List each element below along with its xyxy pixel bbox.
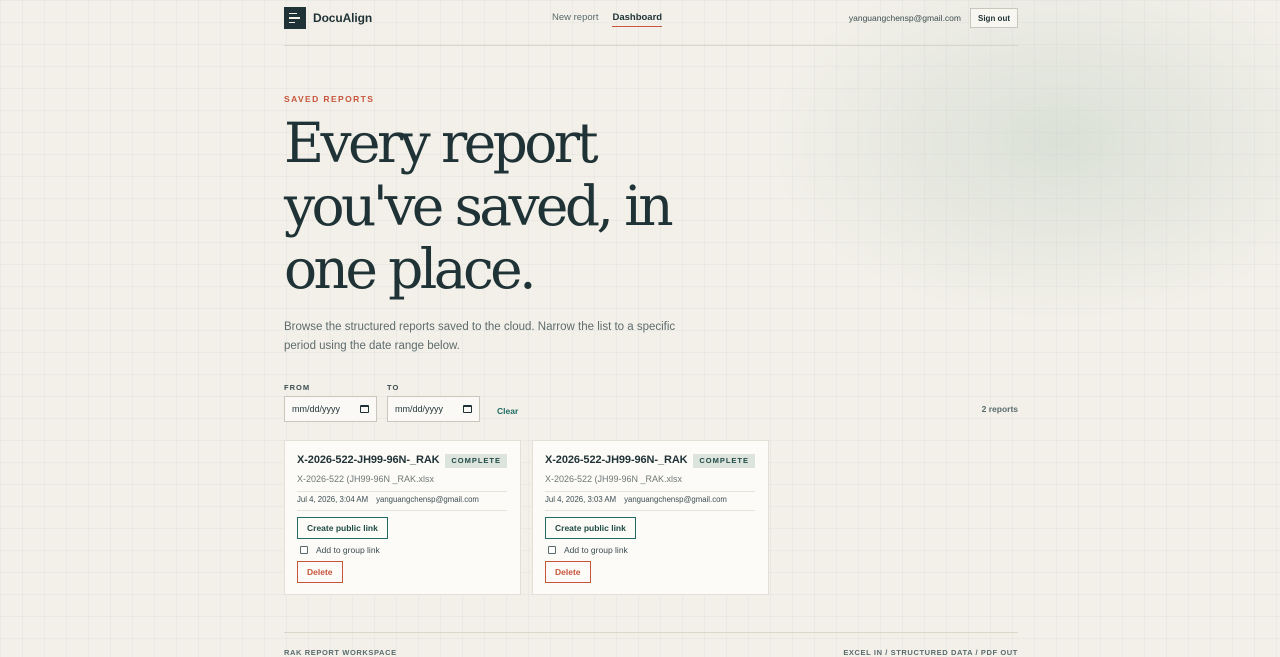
to-filter: TO mm/dd/yyyy bbox=[387, 383, 480, 422]
from-label: FROM bbox=[284, 383, 311, 392]
status-badge: COMPLETE bbox=[445, 454, 507, 468]
delete-button[interactable]: Delete bbox=[297, 561, 343, 583]
delete-button[interactable]: Delete bbox=[545, 561, 591, 583]
add-to-group-row[interactable]: Add to group link bbox=[300, 545, 380, 555]
divider bbox=[545, 491, 755, 492]
user-area: yanguangchensp@gmail.com Sign out bbox=[849, 8, 1018, 28]
title-line: you've saved, in bbox=[284, 174, 674, 238]
to-date-placeholder: mm/dd/yyyy bbox=[395, 404, 444, 414]
create-public-link-button[interactable]: Create public link bbox=[545, 517, 636, 539]
report-date: Jul 4, 2026, 3:04 AM bbox=[297, 495, 369, 504]
logo[interactable]: DocuAlign bbox=[284, 7, 372, 29]
add-to-group-label[interactable]: Add to group link bbox=[564, 545, 628, 555]
report-meta: Jul 4, 2026, 3:03 AM yanguangchensp@gmail… bbox=[545, 495, 727, 504]
report-count: 2 reports bbox=[981, 404, 1018, 414]
report-owner: yanguangchensp@gmail.com bbox=[624, 495, 727, 504]
title-line: Every report bbox=[284, 111, 599, 175]
title-line: one place. bbox=[284, 237, 537, 301]
nav-new-report[interactable]: New report bbox=[552, 12, 598, 27]
to-label: TO bbox=[387, 383, 400, 392]
page-subtitle: Browse the structured reports saved to t… bbox=[284, 321, 676, 352]
logo-icon bbox=[284, 7, 306, 29]
divider bbox=[297, 491, 507, 492]
sign-out-button[interactable]: Sign out bbox=[970, 8, 1018, 28]
from-date-placeholder: mm/dd/yyyy bbox=[292, 404, 341, 414]
app-name: DocuAlign bbox=[313, 11, 373, 25]
report-title: X-2026-522-JH99-96N-_RAK bbox=[297, 454, 440, 466]
clear-button[interactable]: Clear bbox=[497, 406, 518, 416]
divider bbox=[297, 510, 507, 511]
report-title: X-2026-522-JH99-96N-_RAK bbox=[545, 454, 688, 466]
from-filter: FROM mm/dd/yyyy bbox=[284, 383, 377, 422]
page-title: Every report you've saved, in one place. bbox=[284, 112, 764, 301]
add-to-group-row[interactable]: Add to group link bbox=[548, 545, 628, 555]
calendar-icon[interactable] bbox=[360, 405, 369, 413]
user-email: yanguangchensp@gmail.com bbox=[848, 13, 961, 23]
report-card: X-2026-522-JH99-96N-_RAK COMPLETE X-2026… bbox=[284, 440, 521, 595]
top-bar: DocuAlign New report Dashboard yanguangc… bbox=[284, 0, 1018, 46]
section-eyebrow: SAVED REPORTS bbox=[284, 94, 375, 104]
main-nav: New report Dashboard bbox=[552, 12, 663, 27]
add-to-group-label[interactable]: Add to group link bbox=[316, 545, 380, 555]
create-public-link-button[interactable]: Create public link bbox=[297, 517, 388, 539]
divider bbox=[545, 510, 755, 511]
report-date: Jul 4, 2026, 3:03 AM bbox=[545, 495, 617, 504]
page: DocuAlign New report Dashboard yanguangc… bbox=[284, 0, 1018, 657]
footer-workspace-label: RAK REPORT WORKSPACE bbox=[284, 648, 397, 657]
nav-dashboard[interactable]: Dashboard bbox=[612, 12, 663, 27]
report-card: X-2026-522-JH99-96N-_RAK COMPLETE X-2026… bbox=[532, 440, 769, 595]
add-to-group-checkbox[interactable] bbox=[300, 546, 308, 554]
calendar-icon[interactable] bbox=[463, 405, 472, 413]
footer-divider bbox=[284, 632, 1018, 633]
add-to-group-checkbox[interactable] bbox=[548, 546, 556, 554]
report-file-name: X-2026-522 (JH99-96N _RAK.xlsx bbox=[297, 474, 435, 484]
report-meta: Jul 4, 2026, 3:04 AM yanguangchensp@gmail… bbox=[297, 495, 479, 504]
to-date-input[interactable]: mm/dd/yyyy bbox=[387, 396, 480, 422]
report-file-name: X-2026-522 (JH99-96N _RAK.xlsx bbox=[545, 474, 683, 484]
footer-tagline: EXCEL IN / STRUCTURED DATA / PDF OUT bbox=[843, 648, 1018, 657]
status-badge: COMPLETE bbox=[693, 454, 755, 468]
report-owner: yanguangchensp@gmail.com bbox=[376, 495, 479, 504]
from-date-input[interactable]: mm/dd/yyyy bbox=[284, 396, 377, 422]
